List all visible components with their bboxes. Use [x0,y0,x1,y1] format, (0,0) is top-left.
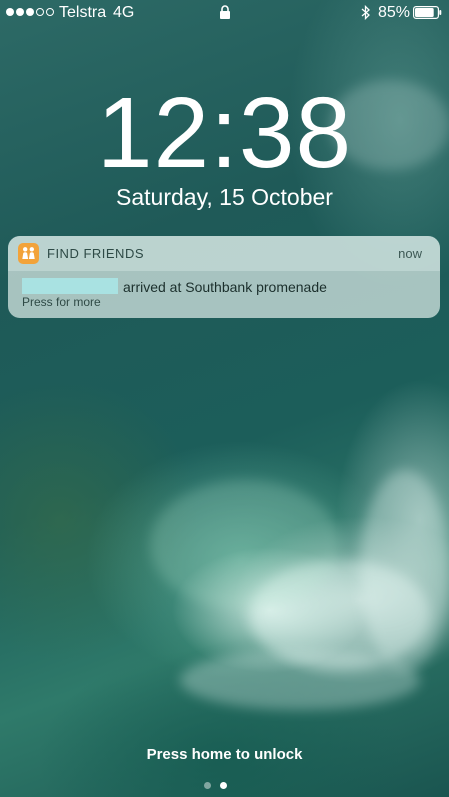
notification-time: now [398,246,422,261]
signal-dot [46,8,54,16]
wave-foam [150,480,340,610]
notification-message: arrived at Southbank promenade [123,279,327,295]
signal-dot [36,8,44,16]
battery-icon [413,6,442,19]
status-bar: Telstra 4G 85% [0,0,449,26]
signal-dot [26,8,34,16]
page-dot[interactable] [220,782,227,789]
notification-header: FIND FRIENDS now [8,236,440,271]
unlock-hint: Press home to unlock [146,746,303,763]
notification-subtitle: Press for more [22,295,101,309]
wave-foam [360,470,449,670]
page-indicator[interactable] [204,782,227,789]
find-friends-notification[interactable]: FIND FRIENDS now arrived at Southbank pr… [8,236,440,318]
redacted-contact-name [22,278,118,294]
clock-date: Saturday, 15 October [116,184,333,210]
signal-strength-icon [6,8,54,16]
find-friends-icon [18,243,39,264]
notification-app-name: FIND FRIENDS [47,246,144,261]
battery-percentage: 85% [378,4,411,21]
wave-foam [180,650,420,710]
lock-icon [220,5,230,19]
bluetooth-icon [361,5,370,20]
network-type: 4G [113,4,135,21]
lock-screen: Telstra 4G 85% 12:38 Saturday, 15 Octobe… [0,0,449,797]
signal-dot [6,8,14,16]
signal-dot [16,8,24,16]
clock-time: 12:38 [96,77,353,189]
page-dot[interactable] [204,782,211,789]
carrier-name: Telstra [59,4,107,21]
